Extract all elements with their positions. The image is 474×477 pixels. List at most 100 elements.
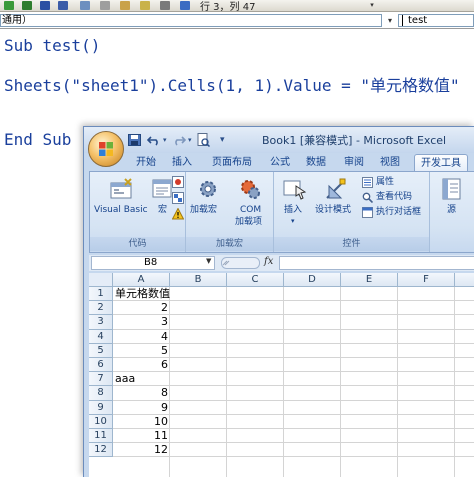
cell-a12[interactable]: 12 bbox=[115, 443, 168, 457]
row-header-12[interactable]: 12 bbox=[89, 443, 113, 458]
column-header-d[interactable]: D bbox=[284, 273, 341, 287]
cell-a4[interactable]: 4 bbox=[115, 330, 168, 344]
view-code-button[interactable]: 查看代码 bbox=[362, 191, 428, 204]
run-sub-icon[interactable] bbox=[22, 1, 32, 10]
macro-button[interactable]: 宏 bbox=[152, 176, 174, 224]
design-mode-button[interactable]: 设计模式 bbox=[314, 176, 358, 224]
row-header-2[interactable]: 2 bbox=[89, 301, 113, 316]
cell-a9[interactable]: 9 bbox=[115, 401, 168, 415]
row-header-11[interactable]: 11 bbox=[89, 429, 113, 444]
column-header-c[interactable]: C bbox=[227, 273, 284, 287]
source-label: 源 bbox=[447, 205, 457, 215]
undo-dropdown-icon[interactable]: ▾ bbox=[163, 133, 167, 147]
run-dialog-button[interactable]: 执行对话框 bbox=[362, 206, 428, 219]
macro-security-icon[interactable] bbox=[172, 208, 184, 220]
row-header-5[interactable]: 5 bbox=[89, 343, 113, 358]
properties-window-icon[interactable] bbox=[120, 1, 130, 10]
cell-a1[interactable]: 单元格数值 bbox=[115, 287, 170, 301]
worksheet-grid[interactable]: ABCDEF 1 2 3 4 5 6 7 8 9 10 11 12 单元格数值 2 3 4 5 6 aaa 8 9 10… bbox=[89, 273, 474, 477]
insert-function-icon[interactable]: fx bbox=[264, 256, 273, 267]
undo-icon[interactable] bbox=[147, 134, 161, 146]
procedure-combo[interactable]: test bbox=[398, 14, 474, 27]
object-combo[interactable]: 通用） bbox=[0, 14, 382, 27]
formula-bar-resize-icon[interactable] bbox=[221, 257, 261, 269]
column-header-partial[interactable] bbox=[455, 273, 474, 287]
addins-button[interactable]: 加载宏 bbox=[190, 176, 226, 224]
tab-data[interactable]: 数据 bbox=[302, 154, 330, 171]
help-icon[interactable] bbox=[180, 1, 190, 10]
insert-control-button[interactable]: 插入 ▾ bbox=[280, 176, 310, 232]
save-icon[interactable] bbox=[128, 134, 141, 146]
com-addins-button[interactable]: COM 加载项 bbox=[230, 176, 270, 232]
reset-icon[interactable] bbox=[58, 1, 68, 10]
row-header-10[interactable]: 10 bbox=[89, 414, 113, 429]
object-browser-icon[interactable] bbox=[140, 1, 150, 10]
ribbon-developer: Visual Basic 宏 代码 加载宏 COM 加载项 加载宏 插入 ▾ 设… bbox=[89, 171, 474, 253]
print-preview-icon[interactable] bbox=[197, 133, 210, 147]
cell-a3[interactable]: 3 bbox=[115, 315, 168, 329]
visual-basic-label: Visual Basic bbox=[94, 205, 148, 215]
column-header-f[interactable]: F bbox=[398, 273, 455, 287]
insert-control-icon bbox=[283, 180, 307, 200]
tab-insert[interactable]: 插入 bbox=[168, 154, 196, 171]
name-box[interactable]: B8 bbox=[91, 256, 215, 270]
cell-a5[interactable]: 5 bbox=[115, 344, 168, 358]
customize-qat-icon[interactable]: ▾ bbox=[220, 133, 225, 147]
visual-basic-button[interactable]: Visual Basic bbox=[92, 176, 150, 224]
tab-review[interactable]: 审阅 bbox=[340, 154, 368, 171]
toolbox-icon[interactable] bbox=[160, 1, 170, 10]
insert-control-label: 插入 bbox=[284, 205, 303, 215]
cursor-position-text: 行 3，列 47 bbox=[200, 2, 256, 12]
tab-view[interactable]: 视图 bbox=[376, 154, 404, 171]
row-header-7[interactable]: 7 bbox=[89, 372, 113, 387]
toolbar-overflow-icon[interactable]: ▾ bbox=[366, 0, 378, 11]
tab-page-layout[interactable]: 页面布局 bbox=[208, 154, 256, 171]
cell-a6[interactable]: 6 bbox=[115, 358, 168, 372]
code-line-assignment[interactable]: Sheets("sheet1").Cells(1, 1).Value = "单元… bbox=[4, 72, 460, 96]
row-header-1[interactable]: 1 bbox=[89, 287, 113, 302]
break-icon[interactable] bbox=[40, 1, 50, 10]
view-code-icon bbox=[362, 192, 373, 203]
column-header-e[interactable]: E bbox=[341, 273, 398, 287]
redo-icon[interactable] bbox=[172, 134, 186, 146]
source-icon bbox=[442, 178, 461, 200]
column-header-b[interactable]: B bbox=[170, 273, 227, 287]
cell-a7[interactable]: aaa bbox=[115, 372, 168, 386]
code-line-sub[interactable]: Sub test() bbox=[4, 36, 100, 55]
cell-a11[interactable]: 11 bbox=[115, 429, 168, 443]
group-addins-label: 加载宏 bbox=[186, 237, 273, 251]
group-controls: 插入 ▾ 设计模式 属性 查看代码 执行对话框 控件 bbox=[274, 172, 430, 252]
design-mode-icon[interactable] bbox=[80, 1, 90, 10]
cell-a2[interactable]: 2 bbox=[115, 301, 168, 315]
tab-developer[interactable]: 开发工具 bbox=[414, 154, 468, 171]
row-header-3[interactable]: 3 bbox=[89, 315, 113, 330]
row-header-6[interactable]: 6 bbox=[89, 358, 113, 373]
row-header-4[interactable]: 4 bbox=[89, 329, 113, 344]
group-addins: 加载宏 COM 加载项 加载宏 bbox=[186, 172, 274, 252]
office-logo-icon bbox=[99, 142, 113, 156]
tab-formulas[interactable]: 公式 bbox=[266, 154, 294, 171]
cell-a8[interactable]: 8 bbox=[115, 386, 168, 400]
visual-basic-icon bbox=[110, 178, 132, 199]
column-header-a[interactable]: A bbox=[113, 273, 170, 287]
window-title: Book1 [兼容模式] - Microsoft Excel bbox=[262, 134, 447, 147]
properties-button[interactable]: 属性 bbox=[362, 176, 428, 189]
cell-a10[interactable]: 10 bbox=[115, 415, 168, 429]
relative-reference-icon[interactable] bbox=[172, 192, 184, 204]
macro-label: 宏 bbox=[158, 205, 168, 215]
formula-input[interactable] bbox=[279, 256, 474, 270]
redo-dropdown-icon[interactable]: ▾ bbox=[188, 133, 192, 147]
run-icon[interactable] bbox=[4, 1, 14, 10]
source-button[interactable]: 源 bbox=[440, 176, 464, 224]
object-combo-arrow-icon[interactable]: ▾ bbox=[384, 14, 396, 27]
name-box-dropdown-icon[interactable]: ▼ bbox=[206, 257, 211, 265]
tab-home[interactable]: 开始 bbox=[132, 154, 160, 171]
select-all-corner[interactable] bbox=[89, 273, 113, 287]
project-explorer-icon[interactable] bbox=[100, 1, 110, 10]
code-line-end-sub[interactable]: End Sub bbox=[4, 130, 71, 149]
record-macro-icon[interactable] bbox=[172, 176, 184, 188]
row-header-9[interactable]: 9 bbox=[89, 400, 113, 415]
group-code: Visual Basic 宏 代码 bbox=[90, 172, 186, 252]
office-button[interactable] bbox=[88, 131, 124, 167]
row-header-8[interactable]: 8 bbox=[89, 386, 113, 401]
